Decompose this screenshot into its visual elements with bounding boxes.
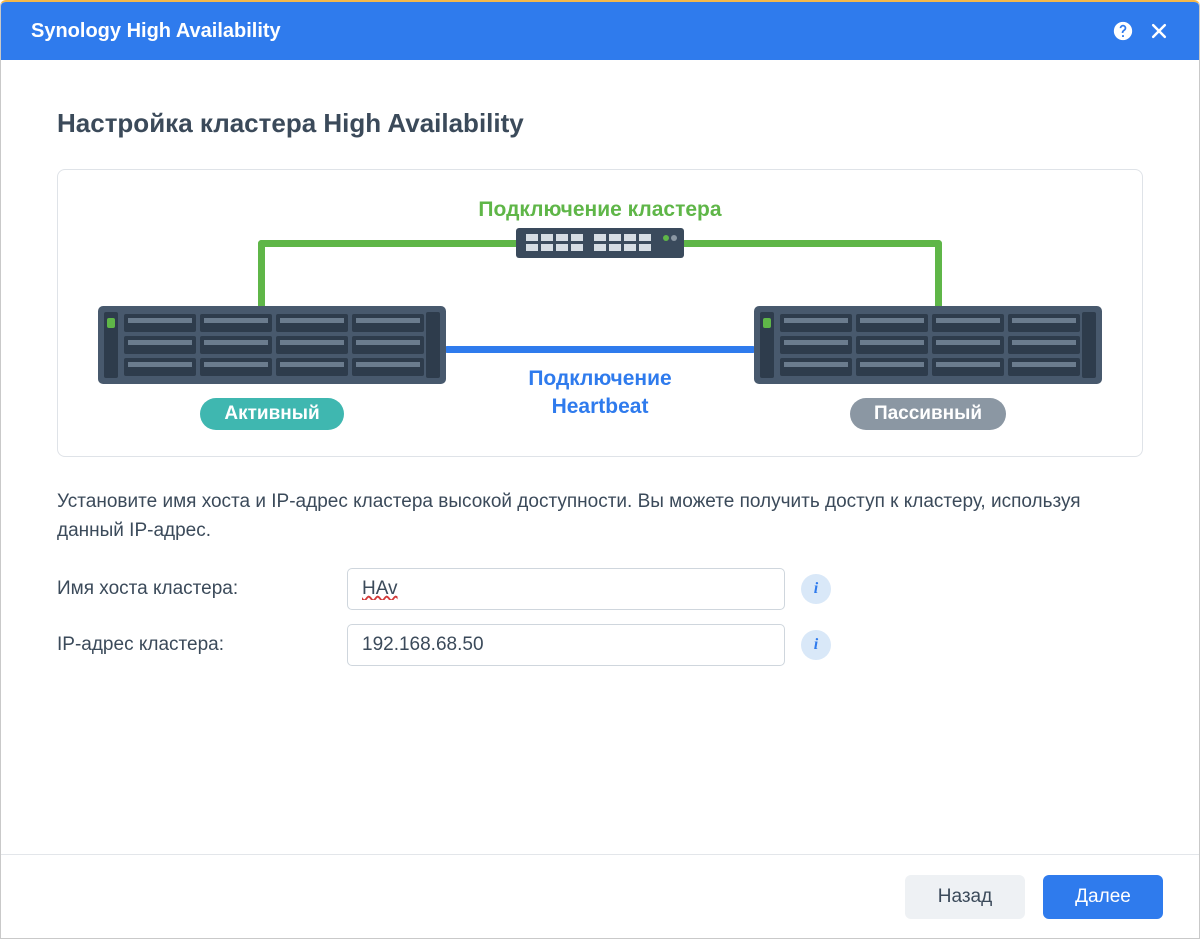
titlebar: Synology High Availability [1, 2, 1199, 60]
info-icon: i [814, 580, 818, 598]
window-title: Synology High Availability [31, 20, 1105, 43]
active-badge: Активный [200, 398, 343, 430]
hostname-input[interactable] [347, 568, 785, 610]
hostname-info-button[interactable]: i [801, 574, 831, 604]
heartbeat-label-line2: Heartbeat [552, 395, 649, 418]
ip-input[interactable] [347, 624, 785, 666]
info-icon: i [814, 636, 818, 654]
active-server-icon [98, 306, 446, 384]
close-button[interactable] [1141, 13, 1177, 49]
hostname-row: Имя хоста кластера: i [57, 568, 1143, 610]
heartbeat-connection-label: Подключение Heartbeat [528, 365, 671, 422]
cluster-cable [935, 240, 942, 312]
page-title: Настройка кластера High Availability [57, 108, 1143, 139]
close-icon [1149, 21, 1169, 41]
active-server-column: Активный [98, 306, 446, 430]
app-window: Synology High Availability Настройка кла… [0, 0, 1200, 939]
cluster-cable [258, 240, 548, 247]
cluster-connection-label: Подключение кластера [88, 198, 1112, 222]
back-button[interactable]: Назад [905, 875, 1025, 919]
passive-server-column: Пассивный [754, 306, 1102, 430]
heartbeat-label-line1: Подключение [528, 367, 671, 390]
help-button[interactable] [1105, 13, 1141, 49]
cluster-cable [258, 240, 265, 312]
cluster-form: Имя хоста кластера: i IP-адрес кластера:… [57, 568, 1143, 666]
passive-badge: Пассивный [850, 398, 1006, 430]
ip-label: IP-адрес кластера: [57, 634, 347, 656]
topology-diagram: Подключение кластера [57, 169, 1143, 457]
help-icon [1112, 20, 1134, 42]
ip-info-button[interactable]: i [801, 630, 831, 660]
cluster-cable [652, 240, 942, 247]
ip-row: IP-адрес кластера: i [57, 624, 1143, 666]
next-button[interactable]: Далее [1043, 875, 1163, 919]
description-text: Установите имя хоста и IP-адрес кластера… [57, 487, 1143, 546]
hostname-label: Имя хоста кластера: [57, 578, 347, 600]
content-area: Настройка кластера High Availability Под… [1, 60, 1199, 854]
passive-server-icon [754, 306, 1102, 384]
footer: Назад Далее [1, 854, 1199, 938]
network-switch-icon [516, 228, 684, 263]
